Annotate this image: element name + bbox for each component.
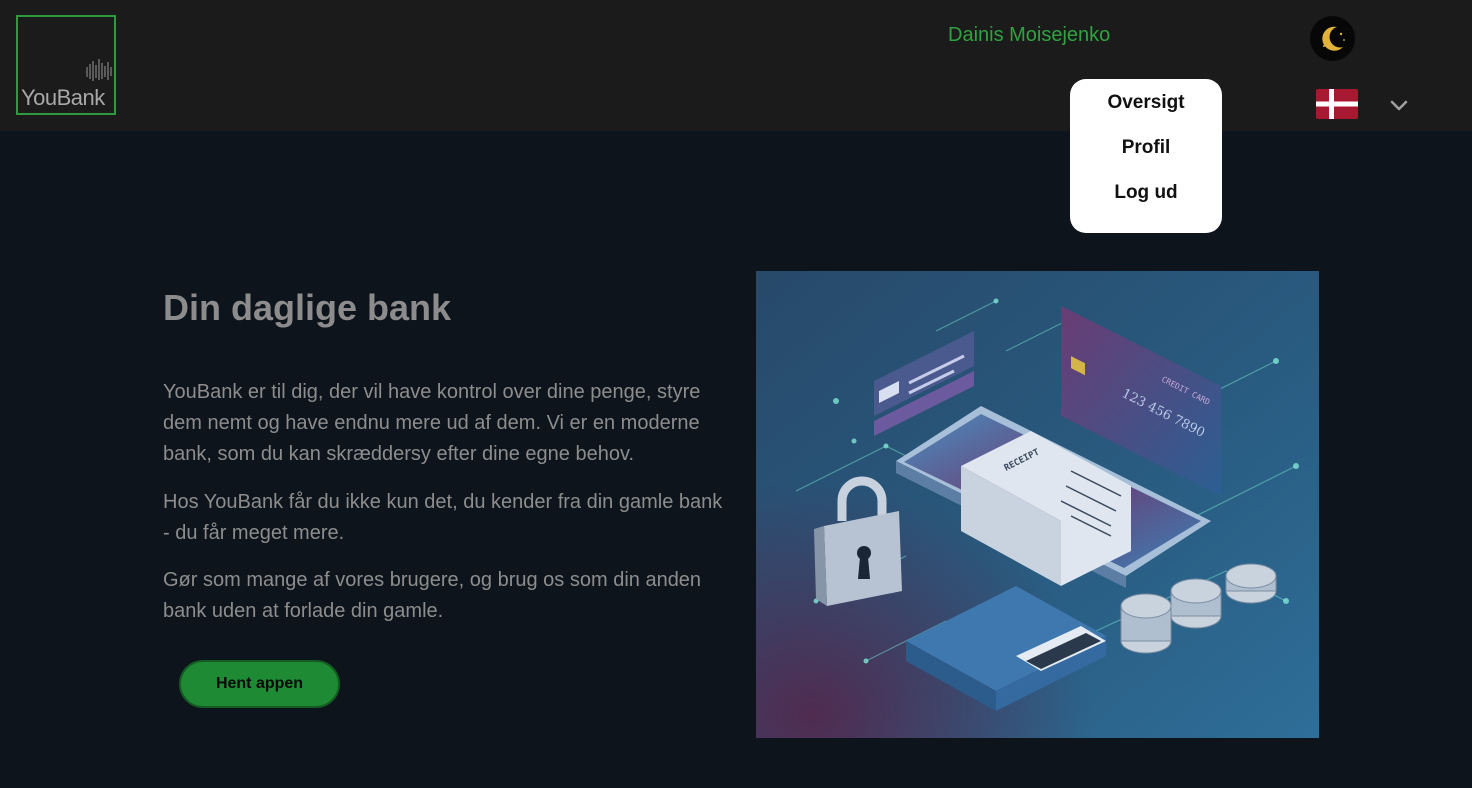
mobile-banking-illustration: CREDIT CARD 123 456 7890 RECEIPT bbox=[756, 271, 1319, 738]
logo-text: YouBank bbox=[21, 85, 105, 110]
hero-paragraph: YouBank er til dig, der vil have kontrol… bbox=[163, 381, 701, 465]
menu-item-log-ud[interactable]: Log ud bbox=[1070, 182, 1222, 204]
theme-toggle-button[interactable] bbox=[1310, 16, 1355, 61]
hero-title: Din daglige bank bbox=[163, 287, 452, 328]
sound-bars-icon bbox=[86, 59, 112, 81]
chevron-down-icon[interactable] bbox=[1389, 98, 1409, 114]
user-name-link[interactable]: Dainis Moisejenko bbox=[948, 24, 1110, 47]
youbank-logo[interactable]: YouBank bbox=[16, 15, 116, 115]
menu-item-oversigt[interactable]: Oversigt bbox=[1070, 92, 1222, 114]
user-menu-dropdown: Oversigt Profil Log ud bbox=[1070, 79, 1222, 233]
hero-paragraph: Hos YouBank får du ikke kun det, du kend… bbox=[163, 491, 723, 544]
hero-paragraph: Gør som mange af vores brugere, og brug … bbox=[163, 569, 702, 622]
menu-item-profil[interactable]: Profil bbox=[1070, 137, 1222, 159]
get-app-button[interactable]: Hent appen bbox=[179, 660, 340, 708]
moon-icon bbox=[1322, 26, 1345, 51]
site-header: YouBank Dainis Moisejenko bbox=[0, 0, 1472, 131]
language-flag-icon[interactable] bbox=[1316, 89, 1358, 119]
